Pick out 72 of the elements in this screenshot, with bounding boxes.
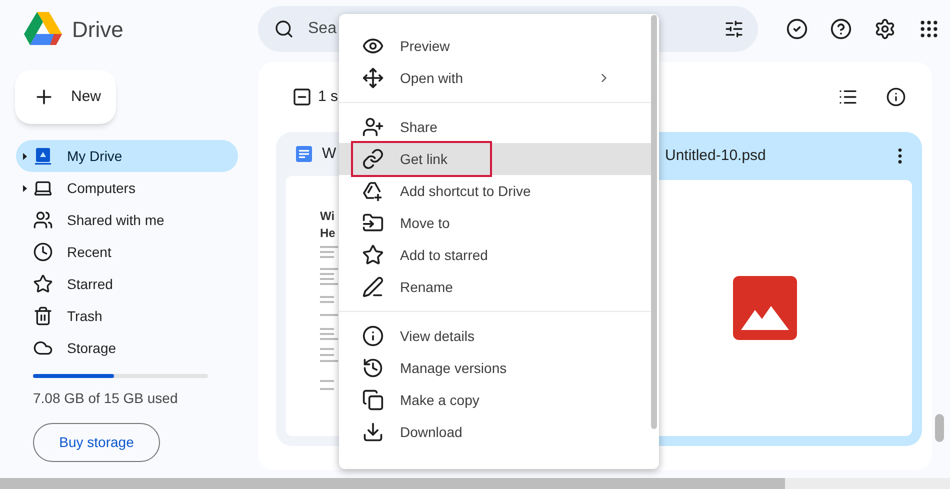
menu-label: Make a copy <box>400 390 480 410</box>
menu-item[interactable]: Open with <box>339 62 651 94</box>
storage-usage: 7.08 GB of 15 GB used <box>33 389 179 408</box>
menu-item[interactable]: Preview <box>339 30 651 62</box>
download-icon <box>362 421 384 443</box>
buy-storage-button[interactable]: Buy storage <box>33 423 160 462</box>
nav-label: Computers <box>67 178 136 198</box>
caret-icon[interactable] <box>22 184 26 192</box>
move-arrows-icon <box>362 67 384 89</box>
nav-item[interactable]: Recent <box>16 236 238 268</box>
filter-sliders-icon[interactable] <box>724 19 744 39</box>
menu-label: Preview <box>400 36 450 56</box>
help-icon[interactable] <box>830 18 852 40</box>
new-button[interactable]: New <box>15 70 116 124</box>
document-icon <box>296 146 312 162</box>
folder-arrow-icon <box>362 212 384 234</box>
menu-label: Download <box>400 422 462 442</box>
info-icon[interactable] <box>886 87 906 107</box>
nav-label: Recent <box>67 242 112 262</box>
nav-item[interactable]: Computers <box>16 172 238 204</box>
file-name: W <box>322 144 336 164</box>
nav-label: Trash <box>67 306 102 326</box>
check-circle-icon[interactable] <box>786 18 808 40</box>
nav-item[interactable]: Trash <box>16 300 238 332</box>
search-text: Sea <box>308 19 338 39</box>
menu-label: Manage versions <box>400 358 507 378</box>
nav-item[interactable]: Storage <box>16 332 238 364</box>
clock-icon <box>33 242 53 262</box>
nav-label: Shared with me <box>67 210 164 230</box>
nav-item[interactable]: Starred <box>16 268 238 300</box>
preview-heading: Wi <box>320 208 335 224</box>
nav-item[interactable]: Shared with me <box>16 204 238 236</box>
search-icon[interactable] <box>274 19 294 39</box>
drive-logo-icon <box>24 12 62 46</box>
settings-icon[interactable] <box>874 18 896 40</box>
menu-label: View details <box>400 326 474 346</box>
app-title: Drive <box>72 16 124 44</box>
menu-item[interactable]: Get link <box>339 143 651 175</box>
person-plus-icon <box>362 116 384 138</box>
star-icon <box>33 274 53 294</box>
star-icon <box>362 244 384 266</box>
menu-label: Share <box>400 118 438 136</box>
menu-label: Open with <box>400 68 464 88</box>
menu-label: Rename <box>400 278 453 296</box>
horizontal-scrollbar[interactable] <box>0 478 950 489</box>
copy-icon <box>362 389 384 411</box>
pen-icon <box>362 276 384 298</box>
menu-label: Get link <box>400 150 448 168</box>
image-icon <box>732 276 796 340</box>
history-icon <box>362 357 384 379</box>
nav-label: Starred <box>67 274 113 294</box>
trash-icon <box>33 306 53 326</box>
scrollbar-thumb[interactable] <box>935 414 944 442</box>
link-icon <box>362 148 384 170</box>
apps-grid-icon[interactable] <box>918 18 940 40</box>
selection-count: 1 s <box>318 86 338 107</box>
deselect-icon[interactable] <box>292 87 312 107</box>
info-icon <box>362 325 384 347</box>
caret-icon[interactable] <box>22 152 26 160</box>
file-name: Untitled-10.psd <box>665 146 766 166</box>
drive-icon <box>33 146 53 166</box>
menu-label: Add to starred <box>400 246 488 264</box>
preview-heading: He <box>320 225 336 241</box>
nav-label: My Drive <box>67 146 122 166</box>
nav-label: Storage <box>67 338 116 358</box>
menu-label: Move to <box>400 214 450 232</box>
scrollbar-thumb[interactable] <box>0 478 785 489</box>
menu-scrollbar[interactable] <box>651 15 657 429</box>
drive-plus-icon <box>362 180 384 202</box>
menu-label: Add shortcut to Drive <box>400 182 531 200</box>
nav-item[interactable]: My Drive <box>16 140 238 172</box>
people-icon <box>33 210 53 230</box>
